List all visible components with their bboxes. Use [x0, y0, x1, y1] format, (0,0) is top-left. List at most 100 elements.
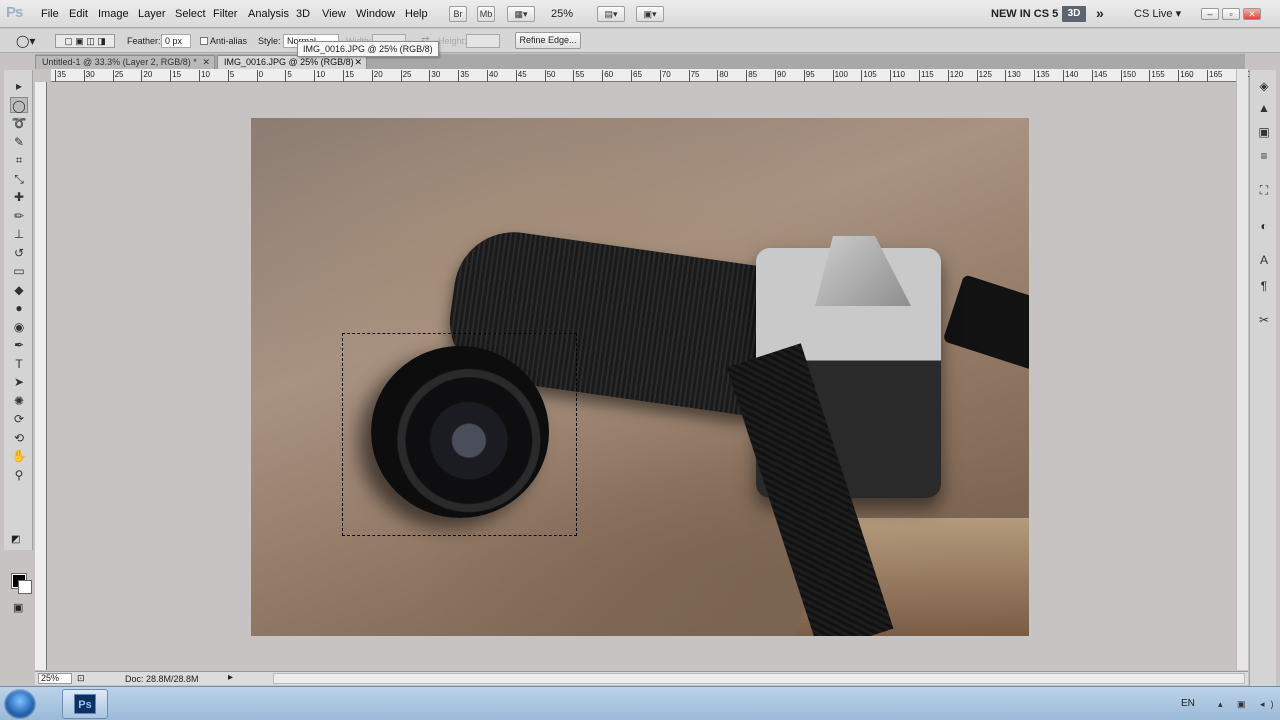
crop-icon[interactable]: ⌗: [10, 152, 28, 168]
menu-edit[interactable]: Edit: [69, 8, 88, 20]
anti-alias-checkbox[interactable]: [200, 37, 208, 45]
menu-window[interactable]: Window: [356, 8, 395, 20]
refine-edge-button[interactable]: Refine Edge...: [515, 32, 581, 49]
adjustments-icon[interactable]: ≡: [1256, 148, 1272, 164]
ruler-tick-label: 50: [544, 70, 556, 82]
quick-mask-icon[interactable]: ▣: [13, 601, 23, 614]
lasso-icon[interactable]: ➰: [10, 115, 28, 131]
status-menu-arrow-icon[interactable]: ▸: [228, 672, 233, 683]
vertical-scrollbar[interactable]: [1236, 69, 1248, 670]
workspace-3d-button[interactable]: 3D: [1062, 6, 1086, 22]
3d-orbit-icon[interactable]: ⟲: [10, 430, 28, 446]
move-tool-icon[interactable]: ▸: [10, 78, 28, 94]
ruler-tick-label: 20: [371, 70, 383, 82]
tab-label: IMG_0016.JPG @ 25% (RGB/8): [224, 57, 354, 67]
tool-presets-icon[interactable]: ✂: [1256, 312, 1272, 328]
height-input[interactable]: [466, 34, 500, 48]
dodge-icon[interactable]: ◉: [10, 319, 28, 335]
clone-stamp-icon[interactable]: ⊥: [10, 226, 28, 242]
menu-file[interactable]: File: [41, 8, 59, 20]
taskbar-photoshop-button[interactable]: Ps: [62, 689, 108, 719]
elliptical-marquee-icon[interactable]: ◯: [10, 96, 28, 113]
elliptical-marquee-preset-icon[interactable]: ◯▾: [16, 34, 35, 48]
ruler-tick-label: 30: [83, 70, 95, 82]
3d-rotate-icon[interactable]: ⟳: [10, 411, 28, 427]
screen-mode-button[interactable]: ▣▾: [636, 6, 664, 22]
character-icon[interactable]: A: [1256, 252, 1272, 268]
path-selection-icon[interactable]: ➤: [10, 374, 28, 390]
type-icon[interactable]: T: [10, 356, 28, 372]
anti-alias-label: Anti-alias: [210, 36, 248, 46]
selection-mode-buttons[interactable]: ▢ ▣ ◫ ◨: [55, 34, 115, 48]
channels-icon[interactable]: ◐: [1256, 218, 1272, 234]
masks-icon[interactable]: ▣: [1256, 124, 1272, 140]
bridge-button[interactable]: Br: [449, 6, 467, 22]
photoshop-app-icon: Ps: [74, 694, 96, 714]
brush-icon[interactable]: ✏: [10, 208, 28, 224]
feather-input[interactable]: 0 px: [161, 34, 191, 48]
system-tray-icons[interactable]: ▴ ▣ ◂): [1218, 699, 1280, 710]
cs-live-menu[interactable]: CS Live ▾: [1134, 7, 1181, 20]
eyedropper-icon[interactable]: ⤡: [10, 171, 28, 187]
ruler-tick-label: 120: [947, 70, 963, 82]
arrange-documents-button[interactable]: ▤▾: [597, 6, 625, 22]
mini-bridge-icon[interactable]: ▲: [1256, 100, 1272, 116]
ruler-tick-label: 5: [227, 70, 234, 82]
menu-image[interactable]: Image: [98, 8, 129, 20]
marquee-selection[interactable]: [342, 333, 577, 536]
transform-icon[interactable]: ⛶: [1256, 182, 1272, 198]
ruler-tick-label: 150: [1120, 70, 1136, 82]
ruler-tick-label: 95: [803, 70, 815, 82]
pen-icon[interactable]: ✒: [10, 337, 28, 353]
zoom-level-select[interactable]: 25%: [551, 8, 573, 20]
background-color-swatch[interactable]: [18, 580, 32, 594]
start-button-icon[interactable]: [4, 689, 36, 719]
ruler-tick-label: 30: [429, 70, 440, 82]
more-workspaces-icon[interactable]: »: [1096, 5, 1104, 21]
menu-layer[interactable]: Layer: [138, 8, 166, 20]
layers-3d-icon[interactable]: ◈: [1256, 78, 1272, 94]
restore-button[interactable]: ▫: [1222, 8, 1240, 20]
shape-icon[interactable]: ✺: [10, 393, 28, 409]
ruler-tick-label: 165: [1207, 70, 1222, 82]
language-indicator[interactable]: EN: [1181, 698, 1195, 709]
status-zoom-field[interactable]: 25%: [38, 673, 72, 684]
ruler-tick-label: 10: [314, 70, 325, 82]
eraser-icon[interactable]: ▭: [10, 263, 28, 279]
menu-3d[interactable]: 3D: [296, 8, 310, 20]
hand-icon[interactable]: ✋: [10, 448, 28, 464]
workspace-new-in-cs5[interactable]: NEW IN CS 5: [991, 8, 1058, 20]
status-preview-icon[interactable]: ⊡: [77, 673, 85, 684]
menu-select[interactable]: Select: [175, 8, 206, 20]
menu-analysis[interactable]: Analysis: [248, 8, 289, 20]
minimize-button[interactable]: –: [1201, 8, 1219, 20]
blur-icon[interactable]: ●: [10, 300, 28, 316]
menu-help[interactable]: Help: [405, 8, 428, 20]
tab-img-0016[interactable]: IMG_0016.JPG @ 25% (RGB/8) ✕: [217, 55, 367, 69]
ruler-tick-label: 0: [256, 70, 263, 82]
view-extras-button[interactable]: ▦▾: [507, 6, 535, 22]
close-button[interactable]: ✕: [1243, 8, 1261, 20]
ruler-tick-label: 60: [602, 70, 613, 82]
paragraph-icon[interactable]: ¶: [1256, 278, 1272, 294]
tab-close-icon[interactable]: ✕: [202, 56, 210, 69]
ruler-tick-label: 85: [746, 70, 757, 82]
tab-untitled-1[interactable]: Untitled-1 @ 33.3% (Layer 2, RGB/8) * ✕: [35, 55, 215, 69]
quick-selection-icon[interactable]: ✎: [10, 134, 28, 150]
paint-bucket-icon[interactable]: ◆: [10, 282, 28, 298]
ruler-tick-label: 135: [1034, 70, 1050, 82]
menu-filter[interactable]: Filter: [213, 8, 237, 20]
menu-view[interactable]: View: [322, 8, 346, 20]
ruler-tick-label: 140: [1063, 70, 1078, 82]
height-label: Height:: [438, 36, 467, 46]
history-brush-icon[interactable]: ↺: [10, 245, 28, 261]
status-bar: 25% ⊡ Doc: 28.8M/28.8M ▸: [35, 671, 1248, 685]
healing-brush-icon[interactable]: ✚: [10, 189, 28, 205]
mini-bridge-button[interactable]: Mb: [477, 6, 495, 22]
horizontal-scrollbar[interactable]: [273, 673, 1245, 684]
ruler-tick-label: 145: [1091, 70, 1107, 82]
zoom-icon[interactable]: ⚲: [10, 467, 28, 483]
tab-close-icon[interactable]: ✕: [354, 56, 362, 69]
reset-colors-icon[interactable]: ◩: [11, 534, 20, 545]
photoshop-logo: Ps: [6, 4, 23, 21]
